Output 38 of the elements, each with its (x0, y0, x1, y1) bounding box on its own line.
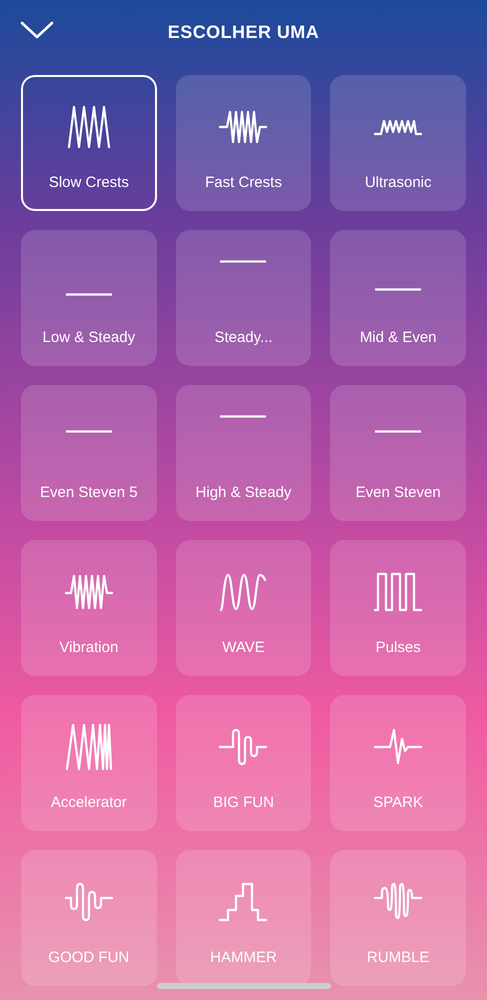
zigzag-wave-icon (64, 573, 113, 611)
pulse-wave-icon (219, 727, 268, 767)
chevron-down-icon (20, 21, 54, 39)
pattern-tile[interactable]: SPARK (330, 695, 466, 831)
zigzag-wave-icon (219, 109, 268, 145)
pattern-tile[interactable]: Vibration (21, 540, 157, 676)
pattern-tile[interactable]: Pulses (330, 540, 466, 676)
pattern-tile[interactable]: RUMBLE (330, 850, 466, 986)
pattern-tile[interactable]: Ultrasonic (330, 75, 466, 211)
square-wave-icon (374, 572, 422, 612)
zigzag-wave-icon (374, 118, 422, 136)
pattern-tile[interactable]: BIG FUN (176, 695, 312, 831)
heartbeat-icon (374, 727, 422, 767)
pattern-tile[interactable]: Steady... (176, 230, 312, 366)
flat-line-icon (64, 293, 113, 296)
staircase-icon (219, 882, 268, 922)
pattern-tile[interactable]: Fast Crests (176, 75, 312, 211)
collapse-button[interactable] (20, 20, 54, 40)
page-title: ESCOLHER UMA (168, 21, 320, 44)
pattern-tile[interactable]: High & Steady (176, 385, 312, 521)
pattern-tile[interactable]: Mid & Even (330, 230, 466, 366)
pulse-wave-icon (64, 882, 113, 922)
pattern-tile[interactable]: Even Steven 5 (21, 385, 157, 521)
sine-wave-icon (219, 572, 268, 612)
pattern-tile[interactable]: GOOD FUN (21, 850, 157, 986)
flat-line-icon (374, 288, 422, 291)
zigzag-wave-icon (64, 723, 113, 771)
pattern-tile[interactable]: Accelerator (21, 695, 157, 831)
pattern-tile[interactable]: Slow Crests (21, 75, 157, 211)
pattern-tile[interactable]: Even Steven (330, 385, 466, 521)
pattern-tile[interactable]: WAVE (176, 540, 312, 676)
pulse-wave-icon (374, 882, 422, 922)
flat-line-icon (374, 430, 422, 433)
pattern-tile[interactable]: HAMMER (176, 850, 312, 986)
flat-line-icon (219, 260, 268, 263)
flat-line-icon (64, 430, 113, 433)
flat-line-icon (219, 415, 268, 418)
pattern-tile[interactable]: Low & Steady (21, 230, 157, 366)
